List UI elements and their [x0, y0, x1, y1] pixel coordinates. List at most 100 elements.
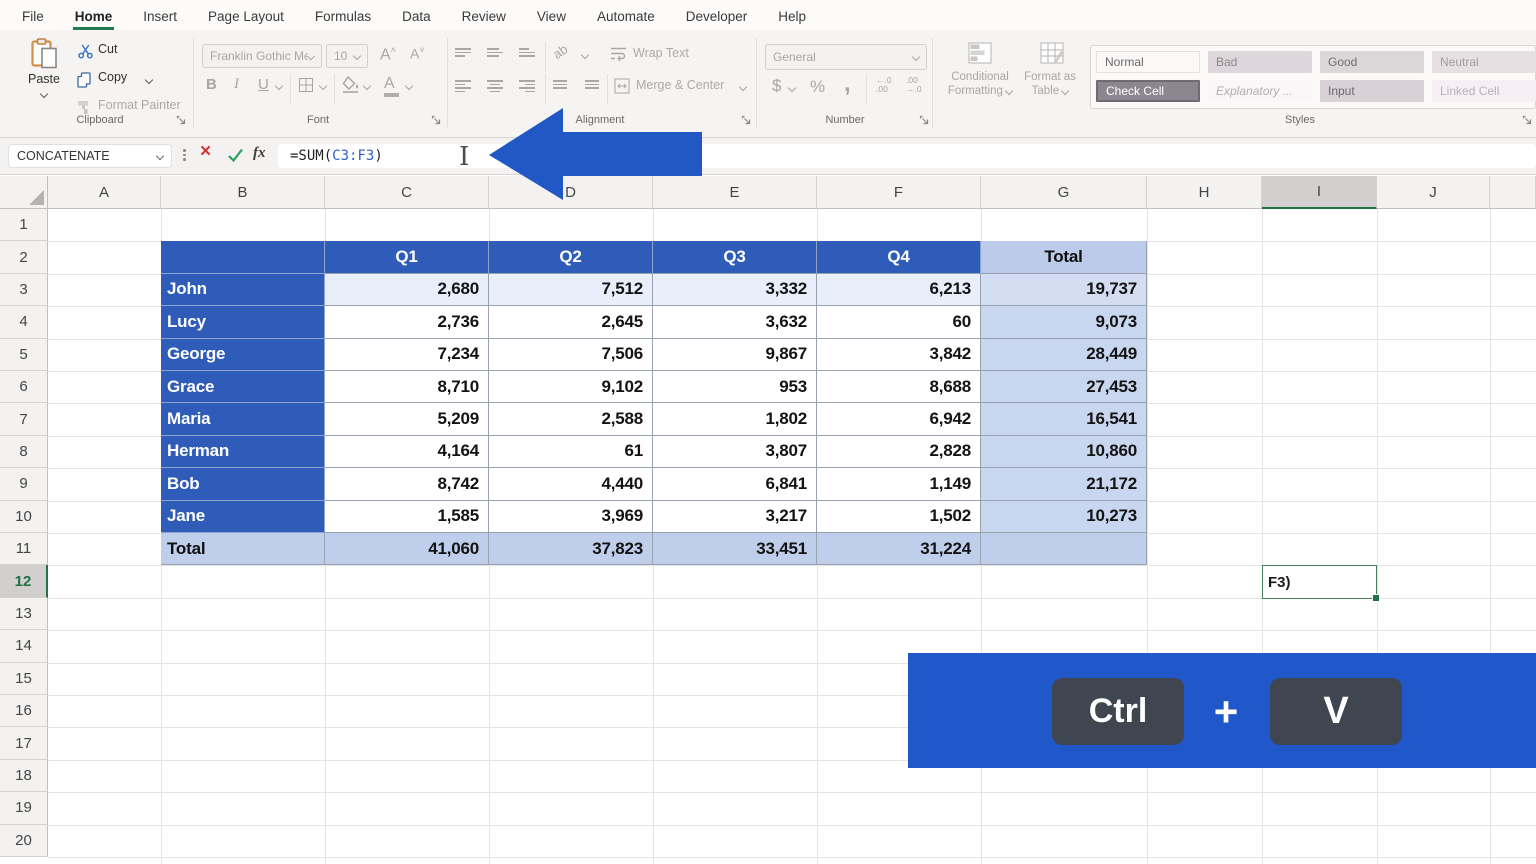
quarter-header-Q2[interactable]: Q2 — [489, 241, 653, 274]
value-cell[interactable]: 1,585 — [325, 500, 489, 533]
style-chip-normal[interactable]: Normal — [1096, 51, 1200, 73]
name-box[interactable]: CONCATENATE — [8, 144, 172, 168]
column-header-D[interactable]: D — [489, 176, 653, 209]
name-cell-lucy[interactable]: Lucy — [161, 306, 325, 339]
tab-page-layout[interactable]: Page Layout — [206, 4, 286, 30]
tab-data[interactable]: Data — [400, 4, 433, 30]
paste-button[interactable]: Paste — [20, 34, 68, 110]
borders-dropdown-icon[interactable] — [318, 81, 328, 91]
fill-color-icon[interactable] — [342, 76, 360, 93]
percent-icon[interactable]: % — [810, 77, 825, 97]
currency-icon[interactable]: $ — [772, 76, 781, 96]
alignment-dialog-launcher-icon[interactable] — [741, 115, 752, 126]
name-cell-grace[interactable]: Grace — [161, 370, 325, 404]
align-center-icon[interactable] — [487, 80, 503, 93]
total-cell[interactable]: 27,453 — [981, 370, 1147, 404]
font-dialog-launcher-icon[interactable] — [431, 115, 442, 126]
value-cell[interactable]: 3,842 — [817, 338, 981, 371]
wrap-text-label[interactable]: Wrap Text — [633, 46, 689, 60]
styles-dialog-launcher-icon[interactable] — [1522, 115, 1533, 126]
number-dialog-launcher-icon[interactable] — [919, 115, 930, 126]
quarter-header-Q1[interactable]: Q1 — [325, 241, 489, 274]
row-header-17[interactable]: 17 — [0, 727, 48, 760]
value-cell[interactable]: 9,867 — [653, 338, 817, 371]
column-total-cell[interactable]: 31,224 — [817, 532, 981, 566]
name-cell-bob[interactable]: Bob — [161, 468, 325, 501]
row-header-20[interactable]: 20 — [0, 824, 48, 857]
font-color-icon[interactable]: A — [384, 75, 399, 97]
tab-developer[interactable]: Developer — [684, 4, 750, 30]
format-painter-icon[interactable] — [76, 100, 91, 115]
row-header-7[interactable]: 7 — [0, 403, 48, 436]
row-header-11[interactable]: 11 — [0, 533, 48, 566]
tab-automate[interactable]: Automate — [595, 4, 657, 30]
value-cell[interactable]: 6,942 — [817, 403, 981, 436]
row-header-14[interactable]: 14 — [0, 630, 48, 663]
style-chip-explanatory[interactable]: Explanatory ... — [1208, 80, 1312, 102]
column-total-cell[interactable]: 37,823 — [489, 532, 653, 566]
align-left-icon[interactable] — [455, 80, 471, 93]
name-cell-george[interactable]: George — [161, 338, 325, 371]
tab-review[interactable]: Review — [460, 4, 508, 30]
column-header-E[interactable]: E — [653, 176, 817, 209]
row-header-6[interactable]: 6 — [0, 371, 48, 404]
column-header-I[interactable]: I — [1262, 176, 1377, 209]
total-cell[interactable]: 21,172 — [981, 468, 1147, 501]
tab-view[interactable]: View — [535, 4, 568, 30]
value-cell[interactable]: 9,102 — [489, 370, 653, 404]
tab-home[interactable]: Home — [72, 4, 115, 30]
currency-dropdown-icon[interactable] — [787, 83, 797, 93]
total-cell[interactable]: 9,073 — [981, 306, 1147, 339]
row-header-12[interactable]: 12 — [0, 565, 48, 598]
comma-style-icon[interactable]: , — [844, 70, 851, 98]
value-cell[interactable]: 953 — [653, 370, 817, 404]
font-size-combo[interactable]: 10 — [326, 44, 368, 68]
grand-total-cell[interactable] — [981, 532, 1147, 566]
column-header-H[interactable]: H — [1147, 176, 1262, 209]
value-cell[interactable]: 8,688 — [817, 370, 981, 404]
font-name-combo[interactable]: Franklin Gothic Med — [202, 44, 322, 68]
value-cell[interactable]: 3,807 — [653, 435, 817, 469]
style-chip-neutral[interactable]: Neutral — [1432, 51, 1536, 73]
value-cell[interactable]: 3,632 — [653, 306, 817, 339]
select-all-corner[interactable] — [0, 176, 48, 209]
style-chip-good[interactable]: Good — [1320, 51, 1424, 73]
column-header-B[interactable]: B — [161, 176, 325, 209]
insert-function-icon[interactable]: fx — [253, 145, 266, 162]
row-header-9[interactable]: 9 — [0, 468, 48, 501]
value-cell[interactable]: 3,332 — [653, 273, 817, 307]
paste-dropdown-icon[interactable] — [39, 89, 49, 98]
value-cell[interactable]: 3,969 — [489, 500, 653, 533]
name-cell-maria[interactable]: Maria — [161, 403, 325, 436]
value-cell[interactable]: 60 — [817, 306, 981, 339]
italic-button[interactable]: I — [234, 76, 239, 93]
wrap-text-icon[interactable] — [610, 46, 627, 61]
conditional-formatting-button[interactable]: Conditional Formatting — [938, 70, 1022, 98]
copy-dropdown-icon[interactable] — [144, 75, 154, 85]
column-header-partial[interactable] — [1490, 176, 1536, 209]
name-cell-john[interactable]: John — [161, 273, 325, 307]
value-cell[interactable]: 1,502 — [817, 500, 981, 533]
quarter-header-Q4[interactable]: Q4 — [817, 241, 981, 274]
value-cell[interactable]: 4,440 — [489, 468, 653, 501]
value-cell[interactable]: 1,149 — [817, 468, 981, 501]
table-corner-cell[interactable] — [161, 241, 325, 274]
name-cell-herman[interactable]: Herman — [161, 435, 325, 469]
value-cell[interactable]: 3,217 — [653, 500, 817, 533]
style-chip-input[interactable]: Input — [1320, 80, 1424, 102]
decrease-indent-icon[interactable] — [553, 80, 567, 89]
cut-icon[interactable] — [78, 44, 93, 59]
number-format-combo[interactable]: General — [765, 44, 927, 70]
merge-center-icon[interactable] — [614, 78, 630, 94]
shrink-font-icon[interactable]: A˅ — [410, 45, 425, 62]
column-header-A[interactable]: A — [48, 176, 161, 209]
total-cell[interactable]: 19,737 — [981, 273, 1147, 307]
align-middle-icon[interactable] — [487, 48, 503, 57]
row-header-3[interactable]: 3 — [0, 273, 48, 307]
align-bottom-icon[interactable] — [519, 48, 535, 57]
column-header-J[interactable]: J — [1377, 176, 1490, 209]
name-cell-jane[interactable]: Jane — [161, 500, 325, 533]
value-cell[interactable]: 61 — [489, 435, 653, 469]
row-header-5[interactable]: 5 — [0, 338, 48, 371]
underline-dropdown-icon[interactable] — [274, 81, 284, 91]
